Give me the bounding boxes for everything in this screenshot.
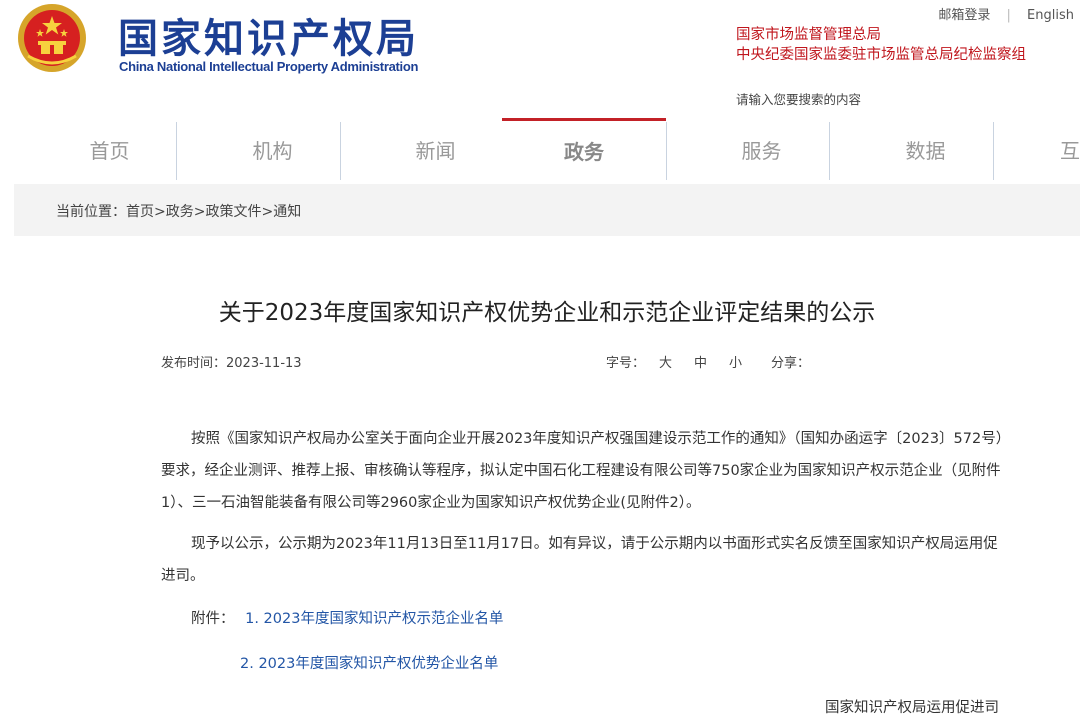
- mail-login-link[interactable]: 邮箱登录: [938, 8, 990, 23]
- nav-item-interaction[interactable]: 互: [1007, 118, 1080, 184]
- publish-date: 2023-11-13: [226, 356, 302, 371]
- supervisor-link-discipline[interactable]: 中央纪委国家监委驻市场监管总局纪检监察组: [736, 45, 1026, 65]
- article-paragraph-2: 现予以公示，公示期为2023年11月13日至11月17日。如有异议，请于公示期内…: [161, 536, 998, 584]
- breadcrumb-bar: 当前位置：首页>政务>政策文件>通知: [14, 184, 1080, 236]
- site-logo-title[interactable]: 国家知识产权局: [118, 6, 419, 64]
- nav-divider: [666, 122, 667, 180]
- search-input[interactable]: 请输入您要搜索的内容: [736, 89, 861, 108]
- supervisor-link-samr[interactable]: 国家市场监督管理总局: [736, 25, 1026, 45]
- breadcrumb-prefix: 当前位置：: [56, 204, 126, 220]
- publish-info: 发布时间：2023-11-13: [161, 352, 302, 371]
- supervisor-links: 国家市场监督管理总局 中央纪委国家监委驻市场监管总局纪检监察组: [736, 25, 1026, 65]
- english-link[interactable]: English: [1027, 8, 1074, 23]
- nav-divider: [176, 122, 177, 180]
- publish-label: 发布时间：: [161, 356, 227, 371]
- main-nav: 首页 机构 新闻 政务 服务 数据 互: [0, 118, 1080, 187]
- font-size-controls: 字号： 大 中 小: [606, 352, 742, 371]
- attachment-row-1: 附件： 1. 2023年度国家知识产权示范企业名单: [191, 607, 503, 628]
- breadcrumb-item-affairs[interactable]: 政务: [166, 204, 194, 220]
- attachment-row-2: 2. 2023年度国家知识产权优势企业名单: [240, 652, 498, 673]
- top-links: 邮箱登录 | English: [938, 4, 1074, 23]
- nav-divider: [829, 122, 830, 180]
- nav-divider: [993, 122, 994, 180]
- breadcrumb-separator: >: [261, 204, 274, 220]
- site-header: 国家知识产权局 China National Intellectual Prop…: [0, 0, 1080, 118]
- nav-divider: [340, 122, 341, 180]
- breadcrumb-item-policy-docs[interactable]: 政策文件: [205, 204, 261, 220]
- breadcrumb-separator: >: [154, 204, 166, 220]
- nav-item-services[interactable]: 服务: [680, 118, 843, 184]
- nav-item-government-affairs[interactable]: 政务: [502, 118, 666, 187]
- font-size-large-button[interactable]: 大: [659, 356, 672, 371]
- nav-item-home[interactable]: 首页: [28, 118, 191, 184]
- article-title: 关于2023年度国家知识产权优势企业和示范企业评定结果的公示: [218, 300, 876, 326]
- site-logo-subtitle[interactable]: China National Intellectual Property Adm…: [119, 59, 418, 74]
- nav-item-news[interactable]: 新闻: [354, 118, 517, 184]
- breadcrumb-item-notice[interactable]: 通知: [273, 204, 301, 220]
- attachments-label: 附件：: [191, 611, 235, 627]
- breadcrumb-item-home[interactable]: 首页: [126, 204, 154, 220]
- font-size-label: 字号：: [606, 356, 646, 371]
- font-size-medium-button[interactable]: 中: [694, 356, 707, 371]
- breadcrumb: 当前位置：首页>政务>政策文件>通知: [56, 201, 301, 221]
- breadcrumb-separator: >: [193, 204, 206, 220]
- attachment-link-demo-enterprises[interactable]: 1. 2023年度国家知识产权示范企业名单: [245, 611, 503, 627]
- top-links-divider: |: [1006, 8, 1011, 23]
- nav-item-data[interactable]: 数据: [844, 118, 1007, 184]
- attachment-link-advantage-enterprises[interactable]: 2. 2023年度国家知识产权优势企业名单: [240, 656, 498, 672]
- national-emblem-icon[interactable]: [16, 2, 88, 74]
- article-signature: 国家知识产权局运用促进司: [825, 700, 999, 716]
- font-size-small-button[interactable]: 小: [729, 356, 742, 371]
- article-paragraph-1: 按照《国家知识产权局办公室关于面向企业开展2023年度知识产权强国建设示范工作的…: [161, 431, 1011, 511]
- article: 关于2023年度国家知识产权优势企业和示范企业评定结果的公示 发布时间：2023…: [14, 236, 1080, 718]
- share-label: 分享：: [771, 356, 811, 371]
- nav-item-institutions[interactable]: 机构: [191, 118, 354, 184]
